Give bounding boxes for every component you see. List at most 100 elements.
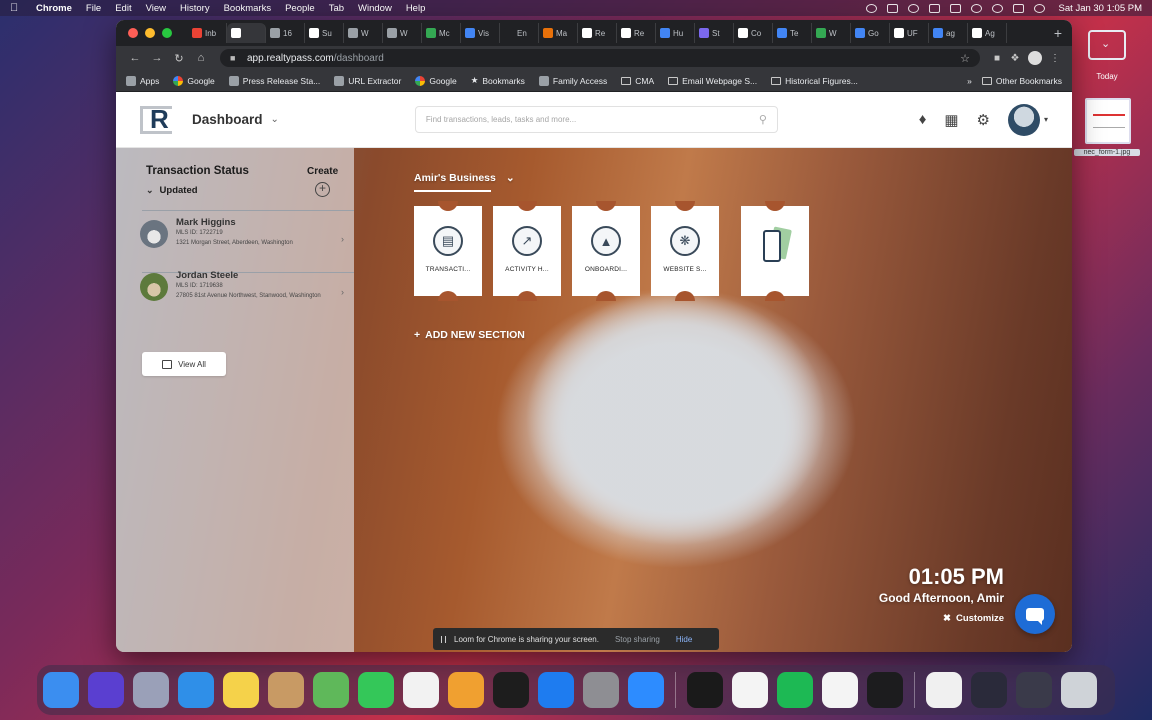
bell-icon[interactable]: ♦ [919, 111, 927, 128]
wifi-icon[interactable] [970, 3, 982, 13]
dock-recent-doc-3-icon[interactable] [1016, 672, 1052, 708]
card-website[interactable]: ❋ WEBSITE S... [651, 201, 719, 301]
browser-tab[interactable]: En [500, 23, 539, 43]
bookmark-google[interactable]: Google [173, 75, 215, 86]
back-arrow-icon[interactable]: ← [124, 52, 146, 64]
pause-icon[interactable] [441, 635, 446, 643]
dock-terminal-icon[interactable] [687, 672, 723, 708]
browser-tab[interactable]: Ma [539, 23, 578, 43]
browser-tab[interactable]: Inb [188, 23, 227, 43]
card-add-app[interactable] [741, 201, 809, 301]
create-transaction-button[interactable]: + [315, 182, 330, 197]
browser-tab[interactable] [227, 23, 266, 43]
control-center-icon[interactable] [1012, 3, 1024, 13]
dock-siri-icon[interactable] [88, 672, 124, 708]
realtypass-logo[interactable]: R [140, 105, 182, 134]
dock-safari-icon[interactable] [178, 672, 214, 708]
browser-tab[interactable]: W [383, 23, 422, 43]
menu-tab[interactable]: Tab [329, 3, 344, 14]
bookmark-folder-cma[interactable]: CMA [621, 76, 654, 86]
browser-tab[interactable]: Re [617, 23, 656, 43]
menu-help[interactable]: Help [406, 3, 426, 14]
dock-system-preferences-icon[interactable] [583, 672, 619, 708]
menu-bar-clock[interactable]: Sat Jan 30 1:05 PM [1059, 3, 1142, 14]
home-icon[interactable]: ⌂ [190, 52, 212, 64]
menu-window[interactable]: Window [358, 3, 392, 14]
chevron-right-icon[interactable]: › [341, 234, 344, 244]
stop-sharing-button[interactable]: Stop sharing [615, 635, 660, 644]
calendar-icon[interactable]: ▦ [944, 111, 958, 129]
avatar[interactable] [1007, 103, 1040, 136]
dock-app-store-icon[interactable] [538, 672, 574, 708]
battery-icon[interactable] [949, 3, 961, 13]
dock-zoom-icon[interactable] [628, 672, 664, 708]
browser-tab[interactable]: Mc [422, 23, 461, 43]
user-menu[interactable]: ▾ [1007, 103, 1048, 136]
desktop-folder-icon[interactable]: ⌄ [1088, 30, 1126, 60]
browser-tab[interactable]: Re [578, 23, 617, 43]
dock-stocks-icon[interactable] [867, 672, 903, 708]
chevron-down-icon[interactable]: ⌄ [271, 114, 279, 125]
hide-banner-button[interactable]: Hide [676, 635, 692, 644]
bookmark-press-release[interactable]: Press Release Sta... [228, 75, 320, 86]
more-bookmarks-chevron[interactable]: » [967, 76, 972, 86]
bookmark-family-access[interactable]: Family Access [538, 75, 607, 86]
browser-tab[interactable]: W [812, 23, 851, 43]
extension-icon[interactable]: ■ [988, 53, 1006, 64]
dock-contacts-icon[interactable] [268, 672, 304, 708]
extensions-puzzle-icon[interactable]: ❖ [1006, 53, 1024, 64]
dock-recent-doc-1-icon[interactable] [926, 672, 962, 708]
menu-people[interactable]: People [285, 3, 315, 14]
menu-edit[interactable]: Edit [115, 3, 131, 14]
browser-tab[interactable]: W [344, 23, 383, 43]
do-not-disturb-icon[interactable] [907, 3, 919, 13]
menu-bookmarks[interactable]: Bookmarks [224, 3, 272, 14]
menu-chrome[interactable]: Chrome [36, 3, 72, 14]
dock-slack-icon[interactable] [732, 672, 768, 708]
chat-support-button[interactable] [1015, 594, 1055, 634]
dock-reminders-icon[interactable] [403, 672, 439, 708]
lock-icon[interactable]: ■ [230, 53, 239, 63]
card-transactions[interactable]: ▤ TRANSACTI... [414, 201, 482, 301]
add-new-section-button[interactable]: + ADD NEW SECTION [414, 329, 525, 341]
browser-tab[interactable]: Te [773, 23, 812, 43]
caret-down-icon[interactable]: ▾ [1044, 115, 1048, 124]
dock-notes-icon[interactable] [223, 672, 259, 708]
menu-view[interactable]: View [146, 3, 166, 14]
close-window-button[interactable] [128, 28, 138, 38]
chrome-profile-avatar[interactable] [1028, 51, 1042, 65]
desktop-file-thumbnail[interactable] [1085, 98, 1131, 144]
transaction-item[interactable]: Mark Higgins MLS ID: 1722719 1321 Morgan… [140, 212, 350, 270]
new-tab-button[interactable]: + [1044, 25, 1072, 41]
reload-icon[interactable]: ↻ [168, 52, 190, 65]
browser-tab[interactable]: UF [890, 23, 929, 43]
card-activity-history[interactable]: ↗ ACTIVITY H... [493, 201, 561, 301]
bookmark-url-extractor[interactable]: URL Extractor [334, 75, 401, 86]
browser-tab[interactable]: Su [305, 23, 344, 43]
chevron-right-icon[interactable]: › [341, 287, 344, 297]
menu-history[interactable]: History [180, 3, 210, 14]
bluetooth-icon[interactable] [928, 3, 940, 13]
create-label[interactable]: Create [307, 166, 338, 177]
apple-icon[interactable]:  [10, 2, 20, 14]
view-all-button[interactable]: View All [142, 352, 226, 376]
browser-tab[interactable]: Ag [968, 23, 1007, 43]
forward-arrow-icon[interactable]: → [146, 52, 168, 64]
gear-icon[interactable]: ⚙ [977, 111, 990, 129]
dock-maps-icon[interactable] [313, 672, 349, 708]
browser-tab[interactable]: ag [929, 23, 968, 43]
page-title[interactable]: Dashboard [192, 112, 263, 127]
microphone-icon[interactable] [865, 3, 877, 13]
chrome-menu-icon[interactable]: ⋮ [1046, 53, 1064, 64]
dock-messages-icon[interactable] [358, 672, 394, 708]
bookmark-apps[interactable]: Apps [126, 75, 159, 86]
siri-icon[interactable] [1033, 3, 1045, 13]
browser-tab[interactable]: Vis [461, 23, 500, 43]
dock-finder-icon[interactable] [43, 672, 79, 708]
bookmark-folder-email-webpage[interactable]: Email Webpage S... [668, 76, 757, 86]
bookmark-google-2[interactable]: Google [415, 75, 457, 86]
bookmark-folder-historical-figures[interactable]: Historical Figures... [771, 76, 858, 86]
browser-tab[interactable]: Co [734, 23, 773, 43]
customize-button[interactable]: ✖ Customize [943, 613, 1004, 624]
dock-recent-doc-2-icon[interactable] [971, 672, 1007, 708]
